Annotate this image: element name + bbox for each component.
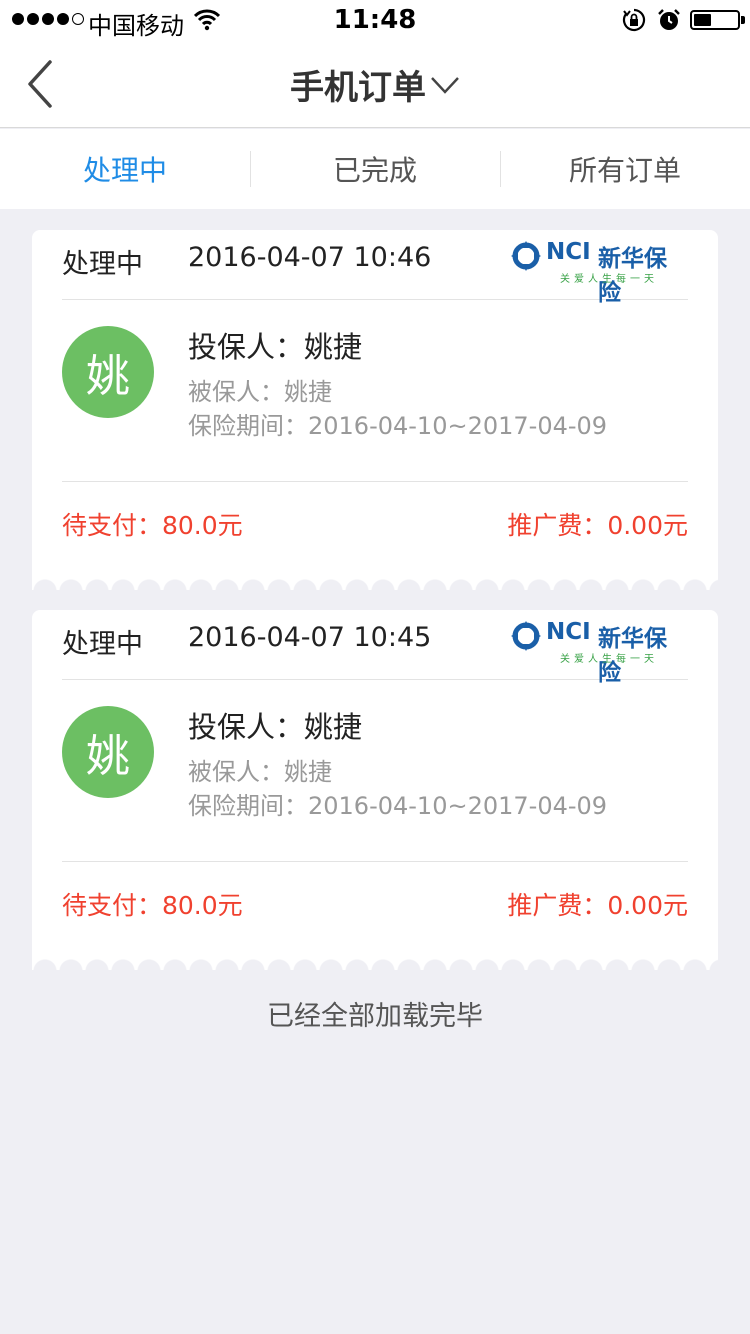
order-header: 处理中 2016-04-07 10:45 NCI 新华保险 关爱人生每一天 xyxy=(62,610,688,686)
nci-logo-icon xyxy=(511,241,541,271)
insurance-period: 保险期间：2016-04-10~2017-04-09 xyxy=(188,792,608,820)
order-status: 处理中 xyxy=(62,249,143,280)
tab-processing[interactable]: 处理中 xyxy=(0,129,250,209)
tab-all-orders[interactable]: 所有订单 xyxy=(500,129,750,209)
applicant: 投保人：姚捷 xyxy=(188,710,363,744)
battery-nub xyxy=(741,16,745,24)
promotion-fee: 推广费：0.00元 xyxy=(507,891,688,920)
insurer-logo: NCI 新华保险 关爱人生每一天 xyxy=(510,616,688,686)
order-time: 2016-04-07 10:45 xyxy=(188,622,432,653)
tab-completed[interactable]: 已完成 xyxy=(250,129,500,209)
rotation-lock-icon xyxy=(622,8,646,32)
order-card[interactable]: 处理中 2016-04-07 10:46 NCI 新华保险 关爱人生每一天 姚 … xyxy=(32,230,718,591)
page-title: 手机订单 xyxy=(290,67,426,108)
order-footer: 待支付：80.0元 推广费：0.00元 xyxy=(62,482,688,562)
insurance-period: 保险期间：2016-04-10~2017-04-09 xyxy=(188,412,608,440)
avatar: 姚 xyxy=(62,706,154,798)
logo-slogan: 关爱人生每一天 xyxy=(560,274,658,285)
order-header: 处理中 2016-04-07 10:46 NCI 新华保险 关爱人生每一天 xyxy=(62,230,688,306)
logo-en: NCI xyxy=(546,239,591,265)
scalloped-edge xyxy=(32,957,718,971)
avatar: 姚 xyxy=(62,326,154,418)
order-list: 处理中 2016-04-07 10:46 NCI 新华保险 关爱人生每一天 姚 … xyxy=(32,230,718,990)
insurer-logo: NCI 新华保险 关爱人生每一天 xyxy=(510,236,688,306)
order-body: 姚 投保人：姚捷 被保人：姚捷 保险期间：2016-04-10~2017-04-… xyxy=(62,300,688,482)
order-time: 2016-04-07 10:46 xyxy=(188,242,432,273)
applicant: 投保人：姚捷 xyxy=(188,330,363,364)
order-tabs: 处理中 已完成 所有订单 xyxy=(0,129,750,209)
status-bar: 中国移动 11:48 xyxy=(0,0,750,40)
amount-due: 待支付：80.0元 xyxy=(62,891,243,920)
amount-due: 待支付：80.0元 xyxy=(62,511,243,540)
nci-logo-icon xyxy=(511,621,541,651)
alarm-icon xyxy=(658,9,680,30)
insured: 被保人：姚捷 xyxy=(188,758,332,786)
logo-en: NCI xyxy=(546,619,591,645)
battery-icon xyxy=(690,10,740,30)
title-dropdown[interactable]: 手机订单 xyxy=(0,40,750,128)
order-body: 姚 投保人：姚捷 被保人：姚捷 保险期间：2016-04-10~2017-04-… xyxy=(62,680,688,862)
promotion-fee: 推广费：0.00元 xyxy=(507,511,688,540)
nav-bar: 手机订单 xyxy=(0,40,750,128)
order-card[interactable]: 处理中 2016-04-07 10:45 NCI 新华保险 关爱人生每一天 姚 … xyxy=(32,610,718,971)
scalloped-edge xyxy=(32,577,718,591)
chevron-down-icon xyxy=(431,77,459,94)
order-footer: 待支付：80.0元 推广费：0.00元 xyxy=(62,862,688,942)
insured: 被保人：姚捷 xyxy=(188,378,332,406)
load-complete-text: 已经全部加载完毕 xyxy=(267,1001,483,1032)
logo-slogan: 关爱人生每一天 xyxy=(560,654,658,665)
order-status: 处理中 xyxy=(62,629,143,660)
